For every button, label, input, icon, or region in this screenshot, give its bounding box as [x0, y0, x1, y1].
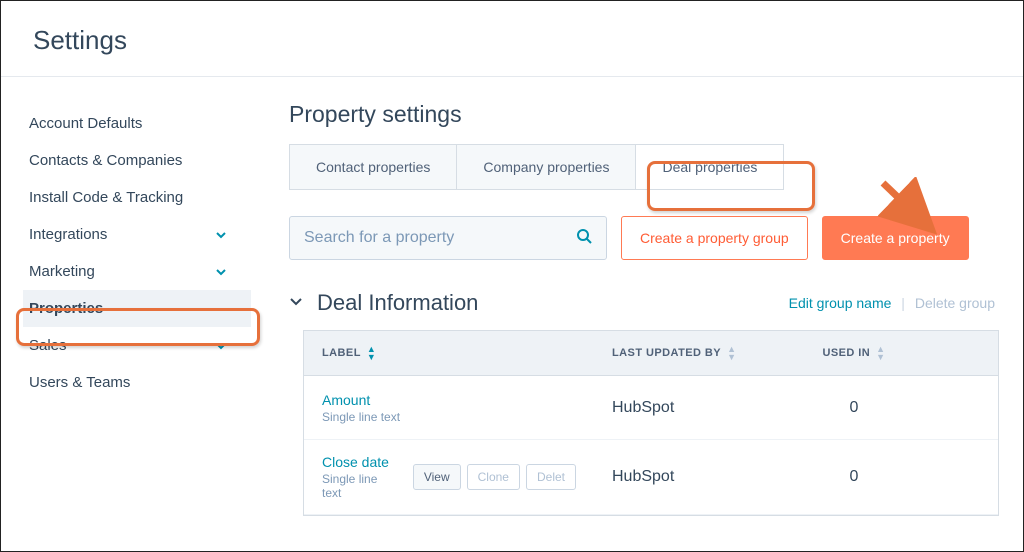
- main-content: Property settings Contact properties Com…: [251, 77, 1023, 516]
- sidebar-item-properties[interactable]: Properties: [23, 290, 251, 327]
- section-heading: Property settings: [289, 101, 999, 128]
- page-title: Settings: [33, 25, 991, 56]
- table-header: LABEL ▲▼ LAST UPDATED BY ▲▼ USED IN ▲▼: [304, 331, 998, 376]
- sidebar-item-install-code-tracking[interactable]: Install Code & Tracking: [23, 179, 251, 216]
- property-tabs: Contact properties Company properties De…: [289, 144, 784, 190]
- button-label: Create a property: [841, 230, 950, 246]
- tab-deal-properties[interactable]: Deal properties: [636, 145, 784, 189]
- col-label-text: LAST UPDATED BY: [612, 347, 721, 359]
- sidebar-item-users-teams[interactable]: Users & Teams: [23, 364, 251, 401]
- group-actions: Edit group name | Delete group: [789, 295, 995, 311]
- cell-used-in: 0: [784, 385, 924, 431]
- sidebar-item-account-defaults[interactable]: Account Defaults: [23, 105, 251, 142]
- view-button[interactable]: View: [413, 464, 461, 490]
- search-icon: [576, 228, 592, 249]
- property-type: Single line text: [322, 472, 399, 500]
- chevron-down-icon: [215, 229, 227, 241]
- chevron-down-icon: [215, 340, 227, 352]
- search-input[interactable]: [304, 229, 576, 247]
- tab-company-properties[interactable]: Company properties: [457, 145, 636, 189]
- col-label[interactable]: LABEL ▲▼: [304, 331, 594, 375]
- chevron-down-icon[interactable]: [289, 294, 303, 313]
- delete-button[interactable]: Delet: [526, 464, 576, 490]
- sidebar-item-label: Properties: [29, 300, 103, 317]
- delete-group-link: Delete group: [915, 295, 995, 311]
- col-label-text: LABEL: [322, 347, 361, 359]
- sidebar-item-contacts-companies[interactable]: Contacts & Companies: [23, 142, 251, 179]
- tab-label: Company properties: [483, 159, 609, 175]
- page-header: Settings: [1, 1, 1023, 77]
- tab-label: Deal properties: [662, 159, 757, 175]
- property-name-link[interactable]: Amount: [322, 392, 370, 408]
- col-used-in[interactable]: USED IN ▲▼: [784, 331, 924, 375]
- edit-group-name-link[interactable]: Edit group name: [789, 295, 892, 311]
- cell-updated-by: HubSpot: [594, 454, 784, 500]
- create-property-group-button[interactable]: Create a property group: [621, 216, 808, 260]
- settings-sidebar: Account Defaults Contacts & Companies In…: [1, 77, 251, 516]
- sort-icon: ▲▼: [727, 345, 736, 361]
- property-type: Single line text: [322, 410, 400, 424]
- cell-used-in: 0: [784, 454, 924, 500]
- sidebar-item-label: Users & Teams: [29, 374, 130, 391]
- table-row[interactable]: Close date Single line text View Clone D…: [304, 440, 998, 515]
- sidebar-item-label: Marketing: [29, 263, 95, 280]
- col-label-text: USED IN: [822, 347, 870, 359]
- group-title: Deal Information: [317, 290, 478, 316]
- sidebar-item-marketing[interactable]: Marketing: [23, 253, 251, 290]
- tab-contact-properties[interactable]: Contact properties: [290, 145, 457, 189]
- sidebar-item-label: Contacts & Companies: [29, 152, 182, 169]
- cell-updated-by: HubSpot: [594, 385, 784, 431]
- action-row: Create a property group Create a propert…: [289, 216, 999, 260]
- col-updated-by[interactable]: LAST UPDATED BY ▲▼: [594, 331, 784, 375]
- tab-label: Contact properties: [316, 159, 430, 175]
- sidebar-item-label: Install Code & Tracking: [29, 189, 183, 206]
- sidebar-item-integrations[interactable]: Integrations: [23, 216, 251, 253]
- sidebar-item-label: Integrations: [29, 226, 107, 243]
- sort-icon: ▲▼: [367, 345, 376, 361]
- button-label: Create a property group: [640, 230, 789, 246]
- table-row[interactable]: Amount Single line text HubSpot 0: [304, 376, 998, 440]
- divider: |: [901, 295, 905, 311]
- sidebar-item-label: Sales: [29, 337, 67, 354]
- chevron-down-icon: [215, 266, 227, 278]
- sidebar-item-label: Account Defaults: [29, 115, 142, 132]
- create-property-button[interactable]: Create a property: [822, 216, 969, 260]
- property-name-link[interactable]: Close date: [322, 454, 399, 470]
- sidebar-item-sales[interactable]: Sales: [23, 327, 251, 364]
- clone-button[interactable]: Clone: [467, 464, 520, 490]
- properties-table: LABEL ▲▼ LAST UPDATED BY ▲▼ USED IN ▲▼ A…: [303, 330, 999, 516]
- sort-icon: ▲▼: [876, 345, 885, 361]
- row-actions: View Clone Delet: [413, 464, 576, 490]
- search-box[interactable]: [289, 216, 607, 260]
- group-header: Deal Information Edit group name | Delet…: [289, 290, 999, 316]
